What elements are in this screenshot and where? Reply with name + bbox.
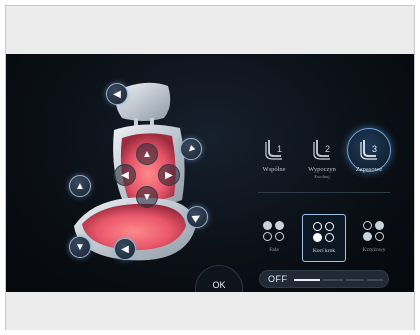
intensity-segment [346, 279, 364, 281]
pattern-dots-icon [252, 221, 296, 241]
ok-button[interactable]: OK [195, 265, 243, 292]
pattern-dots-icon [303, 222, 345, 242]
pattern-dots-icon [352, 221, 396, 241]
pattern-krzyzowy[interactable]: Krzyżowy [352, 214, 396, 262]
pattern-fala[interactable]: Fala [252, 214, 296, 262]
device-frame: ◀ ▼ ▲ ◀ ▶ ▼ ▲ ▼ ▶ ◀ 1 Wspólne 2 Wypoczyn… [5, 5, 415, 330]
arrow-down-right-icon: ▶ [190, 210, 204, 224]
backrest-right-button[interactable]: ▶ [158, 164, 180, 186]
seat-profile-3-icon: 3 [360, 140, 377, 160]
toggle-label: OFF [268, 274, 288, 284]
mode-label: Zapasowe [355, 166, 383, 173]
arrow-left-icon: ◀ [121, 169, 129, 181]
seat-profile-1-icon: 1 [265, 140, 282, 160]
pattern-label: Fala [269, 247, 279, 253]
backrest-up-button[interactable]: ▲ [136, 143, 158, 165]
seat-profile-2-icon: 2 [313, 140, 330, 160]
bottom-bar [6, 292, 414, 330]
arrow-down-icon: ▼ [142, 191, 152, 203]
seat-illustration [74, 82, 196, 261]
cushion-up-button[interactable]: ▲ [69, 175, 91, 197]
pattern-koci-krok[interactable]: Kocí krok [302, 214, 346, 262]
svg-text:1: 1 [277, 144, 282, 154]
seat-control-screen: ◀ ▼ ▲ ◀ ▶ ▼ ▲ ▼ ▶ ◀ 1 Wspólne 2 Wypoczyn… [6, 54, 414, 292]
arrow-down-icon: ▼ [75, 241, 85, 253]
ok-label: OK [212, 280, 226, 290]
intensity-segment [323, 279, 343, 281]
intensity-segment [367, 279, 383, 281]
pattern-label: Krzyżowy [362, 247, 386, 253]
divider [258, 192, 390, 193]
arrow-up-icon: ▲ [142, 148, 152, 160]
arrow-up-icon: ▲ [75, 180, 85, 192]
arrow-left-icon: ◀ [113, 88, 121, 100]
svg-text:3: 3 [372, 144, 377, 154]
massage-intensity-toggle[interactable]: OFF [259, 270, 389, 288]
cushion-down-button[interactable]: ▼ [69, 236, 91, 258]
cushion-tilt-button[interactable]: ▶ [186, 206, 208, 228]
cushion-back-button[interactable]: ◀ [114, 238, 136, 260]
headrest-left-button[interactable]: ◀ [106, 83, 128, 105]
svg-text:2: 2 [325, 144, 330, 154]
arrow-left-icon: ◀ [121, 243, 129, 255]
backrest-left-button[interactable]: ◀ [114, 164, 136, 186]
pattern-label: Kocí krok [312, 248, 336, 254]
arrow-right-icon: ▶ [165, 169, 173, 181]
headrest-tilt-button[interactable]: ▼ [180, 138, 202, 160]
arrow-down-right-icon: ▼ [183, 141, 199, 157]
mode-button-3[interactable]: 3 Zapasowe [339, 128, 399, 194]
intensity-segment [294, 279, 320, 281]
backrest-down-button[interactable]: ▼ [136, 186, 158, 208]
